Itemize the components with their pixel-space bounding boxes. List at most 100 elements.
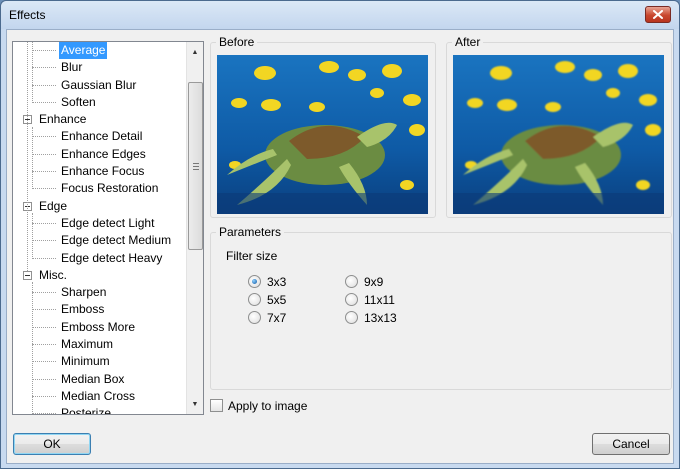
tree-item[interactable]: Enhance Detail	[13, 128, 187, 145]
tree-connector	[32, 344, 56, 346]
tree-group-item[interactable]: Enhance	[13, 111, 187, 128]
tree-item-label: Edge detect Medium	[61, 233, 172, 248]
ok-button[interactable]: OK	[13, 433, 91, 455]
tree-item-label: Edge detect Light	[61, 215, 155, 230]
before-image	[217, 55, 428, 214]
tree-connector	[32, 136, 56, 138]
radio-circle[interactable]	[248, 293, 261, 306]
tree-item[interactable]: Median Cross	[13, 388, 187, 405]
tree-item[interactable]: Minimum	[13, 353, 187, 370]
tree-item-label: Posterize	[61, 406, 112, 415]
radio-label: 3x3	[267, 275, 287, 289]
tree-list: Average Blur Gaussian Blur Soften Enhance Enh…	[13, 42, 187, 415]
tree-connector	[32, 50, 56, 51]
radio-circle[interactable]	[248, 275, 261, 288]
tree-item[interactable]: Soften	[13, 94, 187, 111]
tree-item[interactable]: Edge detect Heavy	[13, 250, 187, 267]
tree-connector	[32, 188, 56, 190]
radio-circle[interactable]	[248, 311, 261, 324]
tree-item-label: Focus Restoration	[61, 181, 159, 196]
tree-item[interactable]: Maximum	[13, 336, 187, 353]
after-image	[453, 55, 664, 214]
dialog-body: Average Blur Gaussian Blur Soften Enhance Enh…	[6, 29, 674, 464]
before-group: Before	[210, 35, 436, 218]
scroll-down-arrow[interactable]: ▼	[187, 396, 203, 413]
collapse-icon[interactable]	[23, 270, 32, 280]
tree-connector	[32, 101, 56, 103]
tree-connector	[32, 67, 56, 69]
window-title: Effects	[9, 8, 46, 22]
tree-item-label: Gaussian Blur	[61, 77, 137, 92]
tree-item[interactable]: Posterize	[13, 405, 187, 415]
turtle-image-filtered	[453, 55, 664, 214]
cancel-button[interactable]: Cancel	[592, 433, 670, 455]
tree-connector	[32, 395, 56, 397]
close-icon	[653, 10, 663, 19]
tree-connector	[32, 240, 56, 242]
apply-to-image-label: Apply to image	[228, 399, 308, 413]
tree-item[interactable]: Focus Restoration	[13, 180, 187, 197]
after-title: After	[452, 35, 484, 49]
tree-group-item[interactable]: Misc.	[13, 267, 187, 284]
tree-connector	[27, 42, 28, 271]
filter-size-label: Filter size	[226, 249, 278, 263]
tree-connector	[32, 42, 33, 103]
tree-connector	[32, 84, 56, 86]
parameters-title: Parameters	[216, 225, 285, 239]
tree-item-label: Median Box	[61, 371, 125, 386]
tree-connector	[32, 292, 56, 294]
radio-label: 7x7	[267, 311, 287, 325]
radio-label: 9x9	[364, 275, 384, 289]
tree-item-label: Maximum	[61, 337, 114, 352]
tree-item-label: Emboss	[61, 302, 105, 317]
tree-connector	[32, 153, 56, 155]
tree-item[interactable]: Enhance Edges	[13, 146, 187, 163]
radio-circle[interactable]	[345, 293, 358, 306]
tree-connector	[32, 257, 56, 259]
tree-item-label: Enhance Edges	[61, 146, 146, 161]
tree-connector	[32, 361, 56, 363]
tree-item-label: Misc.	[39, 267, 67, 282]
tree-item-label: Edge	[39, 198, 68, 213]
tree-item-label: Edge detect Heavy	[61, 250, 163, 265]
tree-item[interactable]: Edge detect Light	[13, 215, 187, 232]
tree-connector	[32, 378, 56, 380]
tree-item[interactable]: Gaussian Blur	[13, 77, 187, 94]
tree-connector	[32, 126, 33, 190]
tree-item[interactable]: Sharpen	[13, 284, 187, 301]
tree-item-label: Median Cross	[61, 388, 136, 403]
tree-item[interactable]: Emboss	[13, 301, 187, 318]
tree-item-label: Emboss More	[61, 319, 136, 334]
tree-item-label: Average	[59, 42, 108, 59]
effects-tree[interactable]: Average Blur Gaussian Blur Soften Enhance Enh…	[12, 41, 204, 415]
tree-item[interactable]: Edge detect Medium	[13, 232, 187, 249]
radio-label: 11x11	[364, 293, 395, 307]
before-title: Before	[216, 35, 258, 49]
close-button[interactable]	[645, 6, 671, 23]
radio-circle[interactable]	[345, 311, 358, 324]
checkbox-box[interactable]	[210, 399, 223, 412]
scroll-up-arrow[interactable]: ▲	[187, 44, 203, 61]
title-bar[interactable]: Effects	[1, 1, 679, 29]
after-group: After	[446, 35, 672, 218]
tree-scrollbar[interactable]: ▲ ▼	[186, 42, 203, 414]
tree-item[interactable]: Enhance Focus	[13, 163, 187, 180]
tree-connector	[32, 413, 56, 414]
tree-item-label: Enhance Focus	[61, 164, 145, 179]
radio-circle[interactable]	[345, 275, 358, 288]
tree-connector	[32, 282, 33, 414]
tree-item[interactable]: Blur	[13, 59, 187, 76]
scroll-thumb[interactable]	[188, 82, 203, 250]
tree-group-item[interactable]: Edge	[13, 198, 187, 215]
tree-connector	[32, 171, 56, 173]
tree-item[interactable]: Emboss More	[13, 319, 187, 336]
grip-icon	[193, 163, 199, 170]
tree-connector	[32, 326, 56, 328]
tree-item[interactable]: Median Box	[13, 371, 187, 388]
tree-item-label: Blur	[61, 60, 83, 75]
tree-item[interactable]: Average	[13, 42, 187, 59]
radio-label: 13x13	[364, 311, 397, 325]
parameters-group: Parameters Filter size 3x3 5x5 7x7 9x9 11x11…	[210, 225, 672, 390]
tree-item-label: Sharpen	[61, 285, 107, 300]
tree-connector	[32, 309, 56, 311]
